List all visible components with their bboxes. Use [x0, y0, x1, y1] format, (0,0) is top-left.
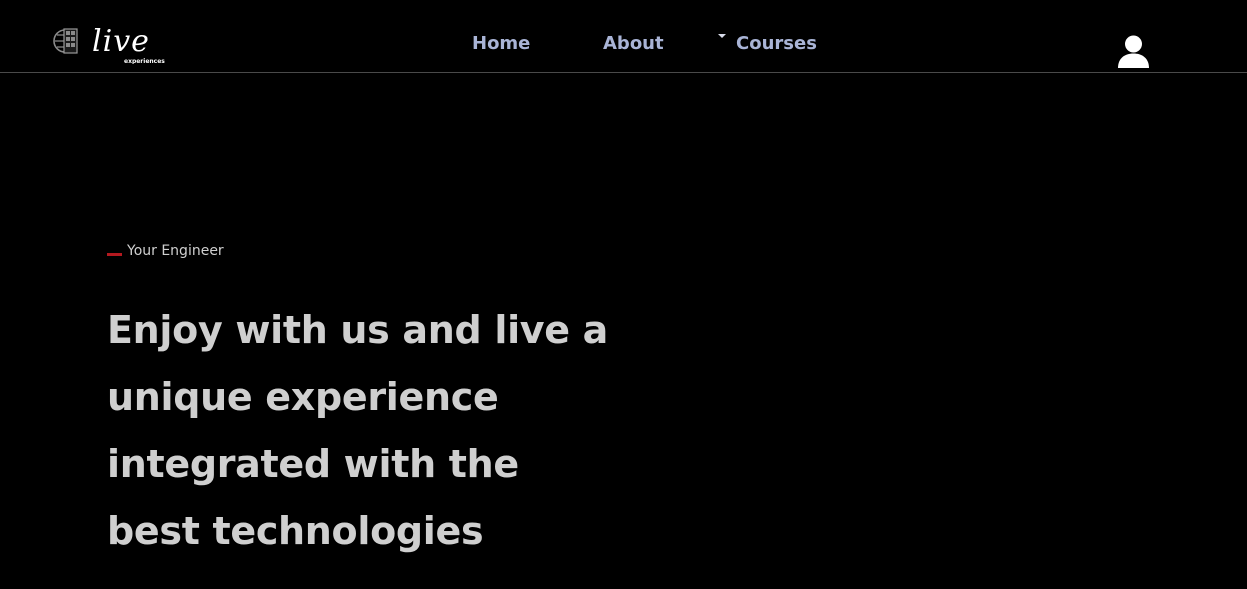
headline-line: Enjoy with us and live a: [107, 308, 609, 352]
nav-about-link[interactable]: About: [603, 31, 664, 57]
headline-line: unique experience: [107, 375, 499, 419]
hero-eyebrow-text: Your Engineer: [127, 243, 224, 259]
nav-home-link[interactable]: Home: [472, 31, 530, 57]
logo-wordmark: live experiences: [92, 24, 165, 64]
headline-line: integrated with the: [107, 442, 519, 486]
brand-logo[interactable]: live experiences: [52, 24, 177, 68]
hero-headline: Enjoy with us and live a unique experien…: [107, 297, 667, 565]
logo-word: live: [92, 24, 150, 59]
nav-courses-link[interactable]: Courses: [736, 31, 817, 57]
logo-tagline: experiences: [124, 58, 165, 64]
user-icon: [1118, 35, 1149, 68]
hero-eyebrow: Your Engineer: [107, 242, 224, 260]
user-account-button[interactable]: [1116, 34, 1151, 68]
accent-bar: [107, 252, 122, 256]
film-slate-globe-icon: [53, 28, 78, 54]
top-navbar: live experiences Home About Courses: [0, 0, 1247, 73]
courses-dropdown-caret-icon[interactable]: [718, 34, 726, 38]
headline-line: best technologies: [107, 509, 484, 553]
